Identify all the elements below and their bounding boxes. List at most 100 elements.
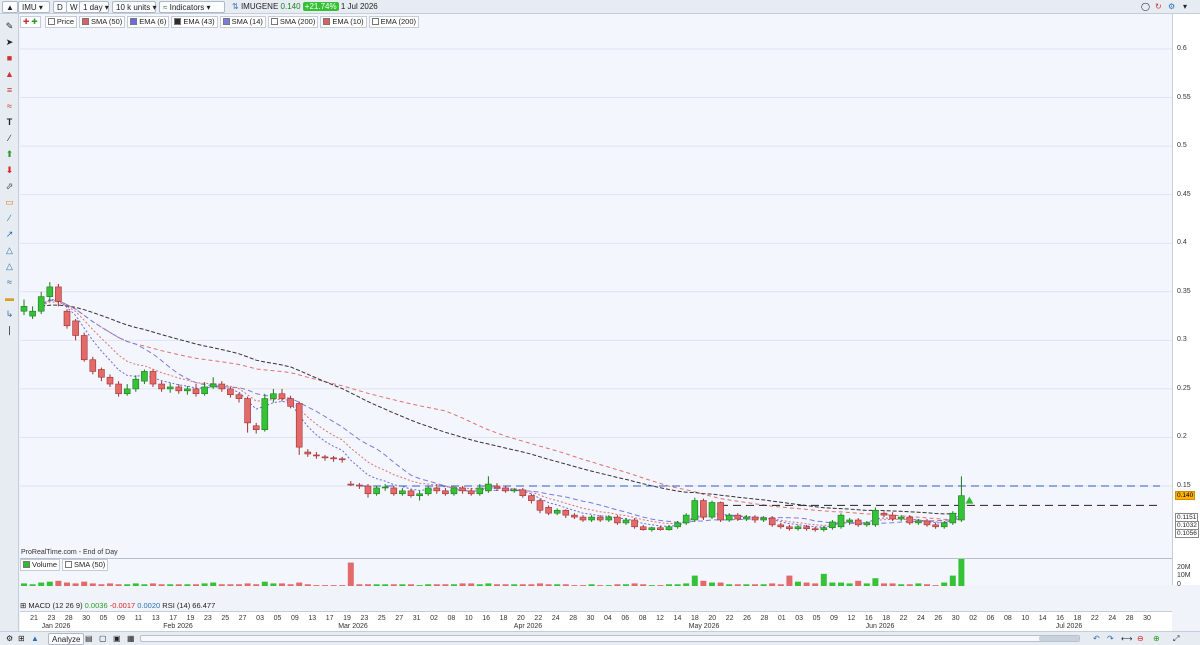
- date-tick-label: 16: [864, 615, 873, 622]
- candle: [89, 359, 97, 372]
- candle: [270, 393, 277, 399]
- button-d[interactable]: D: [53, 1, 67, 13]
- price-axis[interactable]: 0.6 0.55 0.5 0.45 0.4 0.35 0.3 0.25 0.2 0.15 0.14…: [1172, 14, 1200, 588]
- text-icon[interactable]: T: [3, 116, 16, 128]
- legend-item[interactable]: EMA (10): [320, 16, 367, 28]
- redo-icon[interactable]: ↷: [1104, 633, 1117, 645]
- menu-icon[interactable]: ▾: [1180, 1, 1190, 13]
- symbol-selector[interactable]: IMU ▾: [18, 1, 50, 13]
- zoom-plus-icon[interactable]: ⊕: [1150, 633, 1163, 645]
- candle: [201, 386, 208, 395]
- legend-item[interactable]: EMA (43): [171, 16, 218, 28]
- candle: [829, 521, 836, 529]
- legend-item[interactable]: SMA (14): [219, 16, 266, 28]
- arrow-down-icon[interactable]: ⬇: [3, 164, 16, 176]
- date-tick-label: 08: [638, 615, 647, 622]
- channel-icon[interactable]: ≈: [3, 100, 16, 112]
- scrollbar-thumb[interactable]: [1039, 636, 1079, 641]
- legend-item[interactable]: Price: [44, 16, 77, 28]
- date-tick-label: 24: [1108, 615, 1117, 622]
- volume-bar: [313, 585, 320, 586]
- horizontal-scrollbar[interactable]: [140, 635, 1080, 642]
- candle: [820, 527, 828, 530]
- volume-bar: [580, 585, 586, 586]
- overview-icon[interactable]: ▤: [82, 633, 96, 645]
- candle: [648, 527, 656, 530]
- layout-icon[interactable]: ▦: [124, 633, 138, 645]
- candle: [407, 490, 415, 497]
- expand-icon[interactable]: ⤢: [1170, 633, 1182, 645]
- fan-icon[interactable]: ↳: [3, 308, 16, 320]
- legend-item[interactable]: EMA (6): [127, 16, 170, 28]
- ruler-icon[interactable]: ■: [3, 52, 16, 64]
- undo-icon[interactable]: ↶: [1090, 633, 1103, 645]
- line-icon[interactable]: ∕: [3, 132, 16, 144]
- candle: [622, 519, 630, 524]
- units-selector[interactable]: 10 k units ▾: [112, 1, 157, 13]
- arrow-up-icon[interactable]: ⬆: [3, 148, 16, 160]
- indicators-button[interactable]: ≈ Indicators ▾: [159, 1, 225, 13]
- vertical-line-icon[interactable]: ❘: [3, 324, 16, 336]
- pencil-icon[interactable]: ✎: [3, 20, 16, 32]
- volume-legend-item: Volume: [20, 559, 61, 571]
- date-tick-label: 28: [64, 615, 73, 622]
- fib-icon[interactable]: ≡: [3, 84, 16, 96]
- zoom-out-icon[interactable]: ⊞: [15, 633, 28, 645]
- settings-icon[interactable]: ⚙: [1165, 1, 1178, 13]
- rect-icon[interactable]: ▭: [3, 196, 16, 208]
- price-chart[interactable]: [20, 14, 1172, 558]
- compare-icon[interactable]: ▣: [110, 633, 124, 645]
- candle: [932, 524, 939, 528]
- volume-bar: [89, 583, 96, 586]
- zoom-minus-icon[interactable]: ⊖: [1134, 633, 1147, 645]
- signal-arrow-icon: [965, 496, 974, 504]
- date-tick-label: 19: [186, 615, 195, 622]
- candle: [132, 378, 140, 390]
- legend-item[interactable]: SMA (50): [79, 16, 126, 28]
- candle: [476, 487, 484, 495]
- macd-expand-icon[interactable]: ⊞: [20, 601, 26, 610]
- help-icon[interactable]: ◯: [1138, 1, 1153, 13]
- analyze-button[interactable]: Analyze: [48, 633, 85, 645]
- polyline-icon[interactable]: ≈: [3, 276, 16, 288]
- candle: [244, 398, 251, 424]
- refresh-icon[interactable]: ↻: [1152, 1, 1165, 13]
- candle: [295, 403, 303, 448]
- volume-bar: [339, 585, 346, 586]
- date-tick-label: 26: [934, 615, 943, 622]
- cursor-icon[interactable]: ➤: [3, 36, 16, 48]
- candle: [940, 522, 948, 528]
- price-tick-label: 0.4: [1177, 239, 1187, 247]
- triangle-icon[interactable]: △: [3, 244, 16, 256]
- legend-icons[interactable]: ✚ ✚: [20, 16, 41, 28]
- volume-bar: [408, 584, 414, 586]
- volume-bar: [519, 584, 526, 586]
- indicator-box-3: 0.1056: [1175, 529, 1199, 538]
- ray-icon[interactable]: ↗: [3, 228, 16, 240]
- volume-bar: [132, 583, 139, 586]
- current-price-box: 0.140: [1175, 491, 1196, 500]
- candle: [166, 386, 174, 390]
- legend-item[interactable]: SMA (200): [267, 16, 319, 28]
- legend-label: EMA (200): [380, 17, 417, 26]
- horizontal-line-icon[interactable]: ▬: [3, 292, 16, 304]
- volume-pane[interactable]: Volume SMA (50): [20, 549, 1172, 586]
- pitchfork-icon[interactable]: △: [3, 260, 16, 272]
- pin-icon[interactable]: ▲: [2, 1, 18, 13]
- frame-icon[interactable]: ▢: [96, 633, 110, 645]
- reset-zoom-icon[interactable]: ⟷: [1118, 633, 1135, 645]
- quote-icon: ⇅: [232, 2, 239, 11]
- interval-selector[interactable]: 1 day ▾: [79, 1, 109, 13]
- date-tick-label: 09: [117, 615, 125, 622]
- month-label: May 2026: [688, 623, 720, 630]
- candle: [863, 522, 871, 526]
- segment-icon[interactable]: ∕: [3, 212, 16, 224]
- zoom-in-icon[interactable]: ▲: [28, 633, 42, 645]
- candle: [364, 485, 372, 495]
- trend-icon[interactable]: ▲: [3, 68, 16, 80]
- sma-swatch: [65, 561, 73, 568]
- legend-item[interactable]: EMA (200): [368, 16, 420, 28]
- date-tick-label: 25: [221, 615, 230, 622]
- candle: [330, 457, 337, 460]
- arrow-diag-icon[interactable]: ⬀: [3, 180, 16, 192]
